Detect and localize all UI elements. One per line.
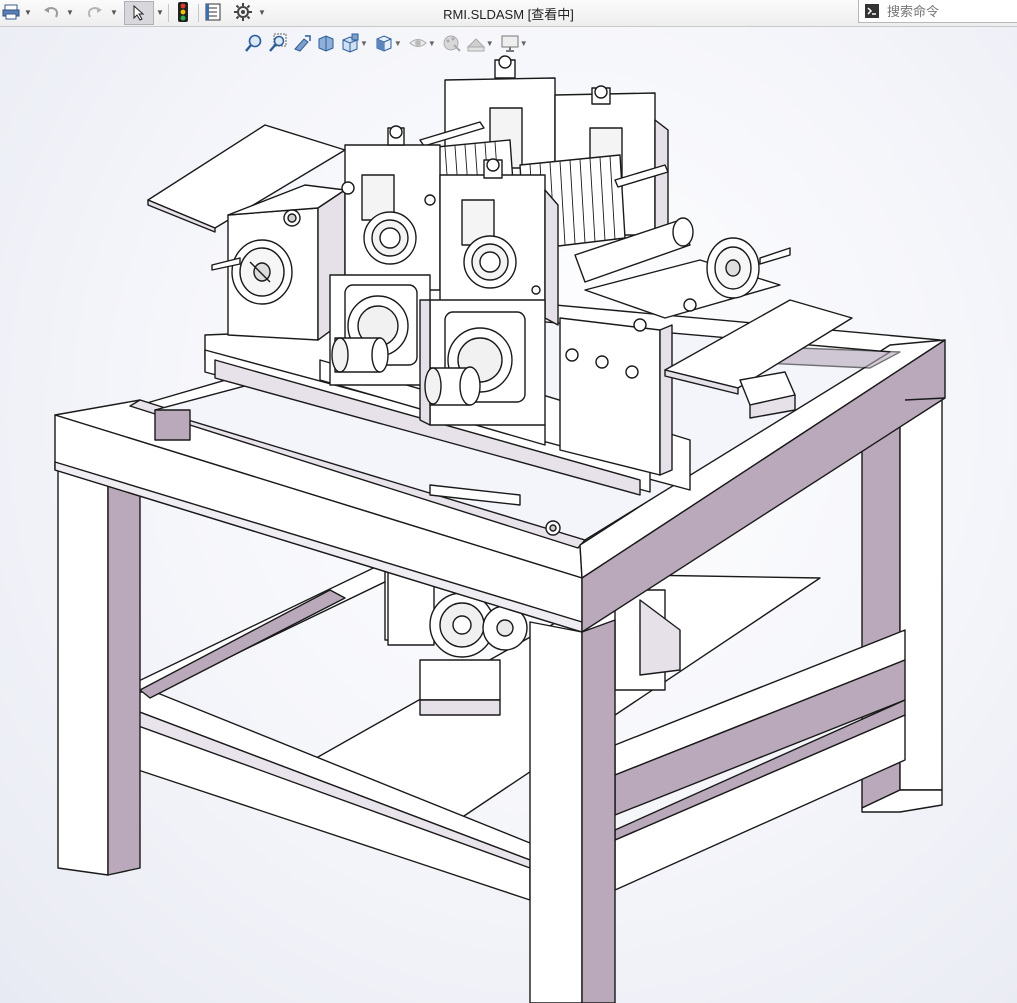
print-icon (2, 4, 20, 20)
select-cursor-icon (133, 5, 145, 21)
print-button[interactable] (0, 2, 22, 22)
undo-button[interactable] (40, 2, 62, 22)
undo-dropdown-caret[interactable]: ▼ (66, 2, 74, 22)
toolbar-divider (198, 4, 199, 22)
rebuild-button[interactable] (174, 2, 192, 22)
front-left-leg (57, 469, 141, 876)
gear-icon (234, 3, 252, 21)
redo-dropdown-caret[interactable]: ▼ (110, 2, 118, 22)
redo-icon (88, 7, 102, 18)
select-button[interactable] (124, 1, 154, 25)
command-search-box[interactable] (858, 0, 1017, 23)
options-dropdown-caret[interactable]: ▼ (258, 2, 266, 22)
front-right-leg (529, 619, 616, 1003)
assembly-model-view[interactable] (0, 27, 1017, 1003)
traffic-light-icon (178, 2, 188, 22)
command-search-input[interactable] (885, 2, 1009, 20)
redo-button[interactable] (84, 2, 106, 22)
undo-icon (44, 7, 58, 18)
file-properties-icon (205, 3, 221, 21)
command-prompt-icon (865, 4, 879, 18)
print-dropdown-caret[interactable]: ▼ (24, 2, 32, 22)
title-bar: ▼ ▼ ▼ ▼ ▼ RMI.SLDASM [查看中] 搜索命令 (0, 0, 1017, 27)
options-button[interactable] (232, 2, 254, 22)
toolbar-divider (168, 4, 169, 22)
select-dropdown-caret[interactable]: ▼ (156, 2, 164, 22)
file-properties-button[interactable] (203, 2, 223, 22)
